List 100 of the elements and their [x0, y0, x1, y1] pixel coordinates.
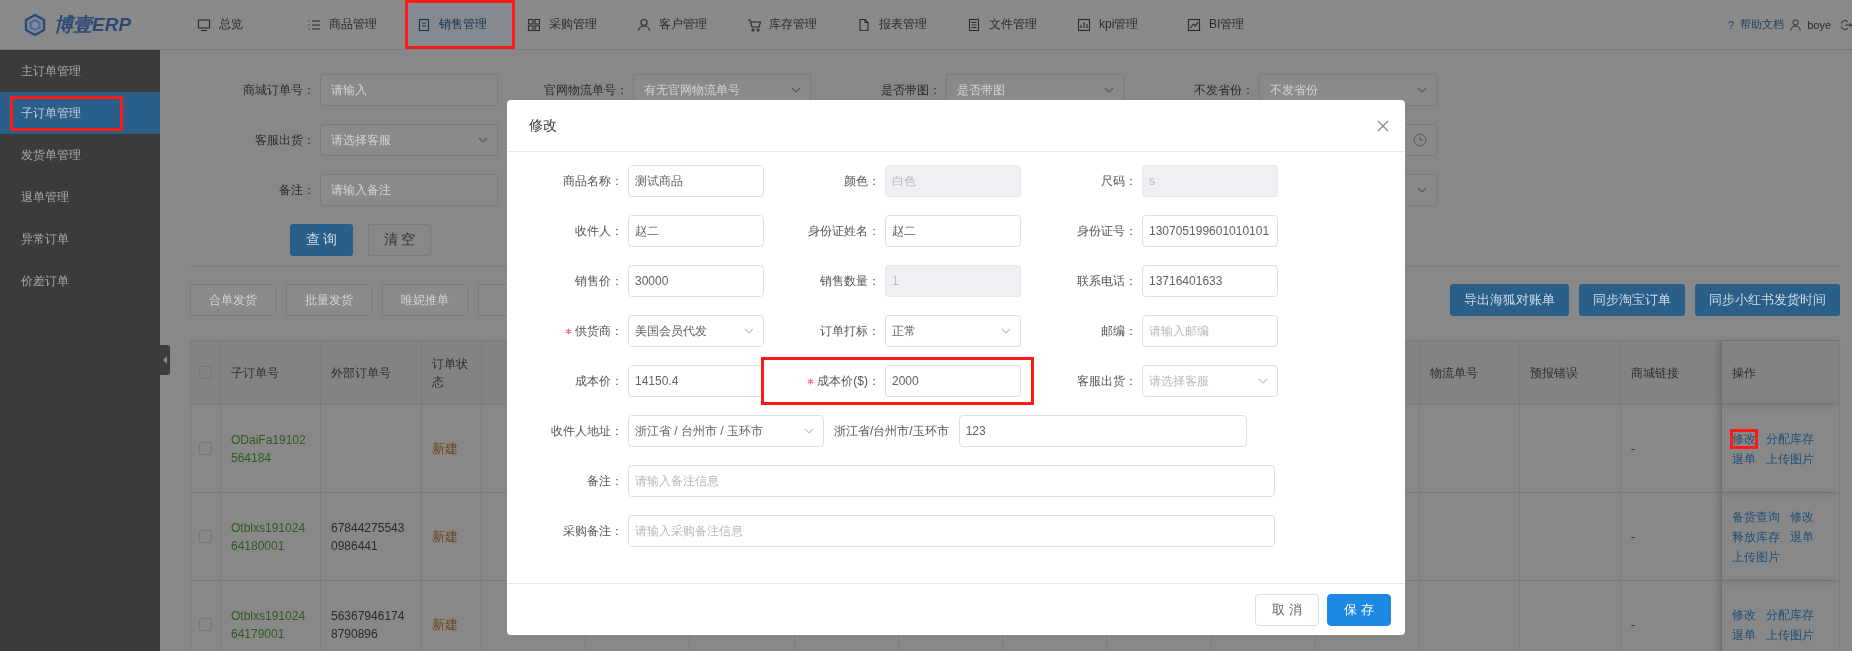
action-link[interactable]: 修改	[1730, 604, 1758, 625]
input-field[interactable]: 123	[958, 415, 1247, 447]
field-label: 收件人地址：	[550, 422, 624, 440]
chevron-down-icon	[1417, 187, 1427, 193]
field-label: 身份证号：	[1076, 222, 1138, 240]
field-label: 备注：	[586, 472, 624, 490]
action-link[interactable]: 分配库存	[1764, 604, 1816, 625]
nav-tab[interactable]: 销售管理	[405, 0, 515, 49]
document-icon	[417, 17, 431, 32]
field-label: 颜色：	[843, 172, 881, 190]
sidebar-item[interactable]: 退单管理	[0, 176, 160, 218]
action-link[interactable]: 备货查询	[1730, 506, 1782, 527]
filter-label: 客服出货：	[254, 131, 316, 149]
column-header: 操作	[1722, 341, 1840, 405]
action-button[interactable]: 唯妮推单	[382, 284, 468, 316]
nav-tab[interactable]: 客户管理	[625, 0, 735, 49]
nav-tab[interactable]: 总览	[185, 0, 295, 49]
action-link[interactable]: 上传图片	[1764, 448, 1816, 469]
action-link[interactable]: 上传图片	[1730, 546, 1782, 567]
field-label: 尺码：	[1100, 172, 1138, 190]
logo-text: 博壹ERP	[54, 12, 132, 37]
chart-icon	[1077, 17, 1091, 32]
column-header: 外部订单号	[321, 341, 422, 405]
table-cell: 新建	[422, 493, 482, 581]
column-header: 商城链接	[1621, 341, 1722, 405]
input-field[interactable]: 请输入	[320, 74, 498, 106]
query-button[interactable]: 查 询	[290, 224, 353, 256]
field-label: 采购备注：	[562, 522, 624, 540]
action-link[interactable]: 退单	[1730, 448, 1758, 469]
input-field[interactable]: 13716401633	[1142, 265, 1278, 297]
sidebar-item[interactable]: 主订单管理	[0, 50, 160, 92]
action-button[interactable]: 导出海狐对账单	[1450, 284, 1569, 316]
input-field[interactable]: 赵二	[628, 215, 764, 247]
input-field[interactable]: 请输入备注	[320, 174, 498, 206]
action-link[interactable]: 修改	[1788, 506, 1816, 527]
input-field[interactable]: 2000	[885, 365, 1021, 397]
input-field[interactable]: 130705199601010101	[1142, 215, 1278, 247]
help-link[interactable]: 帮助文档	[1740, 17, 1785, 32]
select-field[interactable]: 正常	[885, 315, 1021, 347]
sidebar-item[interactable]: 异常订单	[0, 218, 160, 260]
cart-icon	[747, 17, 761, 32]
cancel-button[interactable]: 取 消	[1255, 593, 1319, 626]
column-header: 订单状态	[422, 341, 482, 405]
monitor-icon	[197, 17, 211, 32]
select-field[interactable]: 请选择客服	[320, 124, 498, 156]
filter-label: 不发省份：	[1193, 81, 1255, 99]
select-field[interactable]: 浙江省 / 台州市 / 玉环市	[628, 415, 824, 447]
select-field[interactable]: 美国会员代发	[628, 315, 764, 347]
save-button[interactable]: 保 存	[1327, 593, 1391, 626]
input-field[interactable]: 30000	[628, 265, 764, 297]
file-icon	[857, 17, 871, 32]
nav-tab[interactable]: 报表管理	[845, 0, 955, 49]
action-link[interactable]: 退单	[1788, 526, 1816, 547]
highlight-frame: 子订单管理	[12, 97, 121, 129]
input-field[interactable]: 14150.4	[628, 365, 764, 397]
action-button[interactable]: 同步淘宝订单	[1579, 284, 1685, 316]
clear-button[interactable]: 清 空	[368, 224, 431, 256]
filter-label: 是否带图：	[880, 81, 942, 99]
action-link[interactable]: 修改	[1730, 428, 1758, 449]
field-label: 销售价：	[574, 272, 624, 290]
table-cell: -	[1621, 581, 1722, 651]
nav-tab[interactable]: BI管理	[1175, 0, 1285, 49]
sidebar-item[interactable]: 发货单管理	[0, 134, 160, 176]
nav-tab[interactable]: 采购管理	[515, 0, 625, 49]
field-label: 客服出货：	[1076, 372, 1138, 390]
nav-tab[interactable]: 文件管理	[955, 0, 1065, 49]
nav-tab[interactable]: 库存管理	[735, 0, 845, 49]
help-icon[interactable]: ?	[1728, 18, 1735, 31]
nav-tab[interactable]: 商品管理	[295, 0, 405, 49]
notes-icon	[967, 17, 981, 32]
user-icon	[1790, 18, 1802, 31]
logout-icon[interactable]	[1841, 18, 1852, 31]
user-name[interactable]: boye	[1807, 18, 1831, 31]
action-button[interactable]: 合单发货	[190, 284, 276, 316]
action-link[interactable]: 分配库存	[1764, 428, 1816, 449]
user-icon	[637, 17, 651, 32]
field-label: 销售数量：	[819, 272, 881, 290]
list-icon	[307, 17, 321, 32]
sidebar-item[interactable]: 子订单管理	[0, 92, 160, 134]
chart-icon	[1187, 17, 1201, 32]
sidebar-item[interactable]: 价差订单	[0, 260, 160, 302]
table-cell: 新建	[422, 405, 482, 493]
collapse-handle[interactable]	[160, 345, 170, 375]
action-link[interactable]: 退单	[1730, 624, 1758, 645]
close-icon[interactable]	[1377, 119, 1389, 132]
grid-icon	[527, 17, 541, 32]
table-cell: Otblxs19102464180001	[221, 493, 321, 581]
dialog-title: 修改	[529, 116, 557, 135]
action-button[interactable]: 批量发货	[286, 284, 372, 316]
action-link[interactable]: 释放库存	[1730, 526, 1782, 547]
nav-tab[interactable]: kpi管理	[1065, 0, 1175, 49]
input-field[interactable]: 赵二	[885, 215, 1021, 247]
filter-label: 官网物流单号：	[543, 81, 629, 99]
table-cell: ODaiFa19102564184	[221, 405, 321, 493]
action-link[interactable]: 上传图片	[1764, 624, 1816, 645]
field-label: 订单打标：	[819, 322, 881, 340]
field-label: 供货商：	[512, 322, 628, 340]
field-label: 身份证姓名：	[807, 222, 881, 240]
input-field[interactable]: 测试商品	[628, 165, 764, 197]
action-button[interactable]: 同步小红书发货时间	[1695, 284, 1840, 316]
